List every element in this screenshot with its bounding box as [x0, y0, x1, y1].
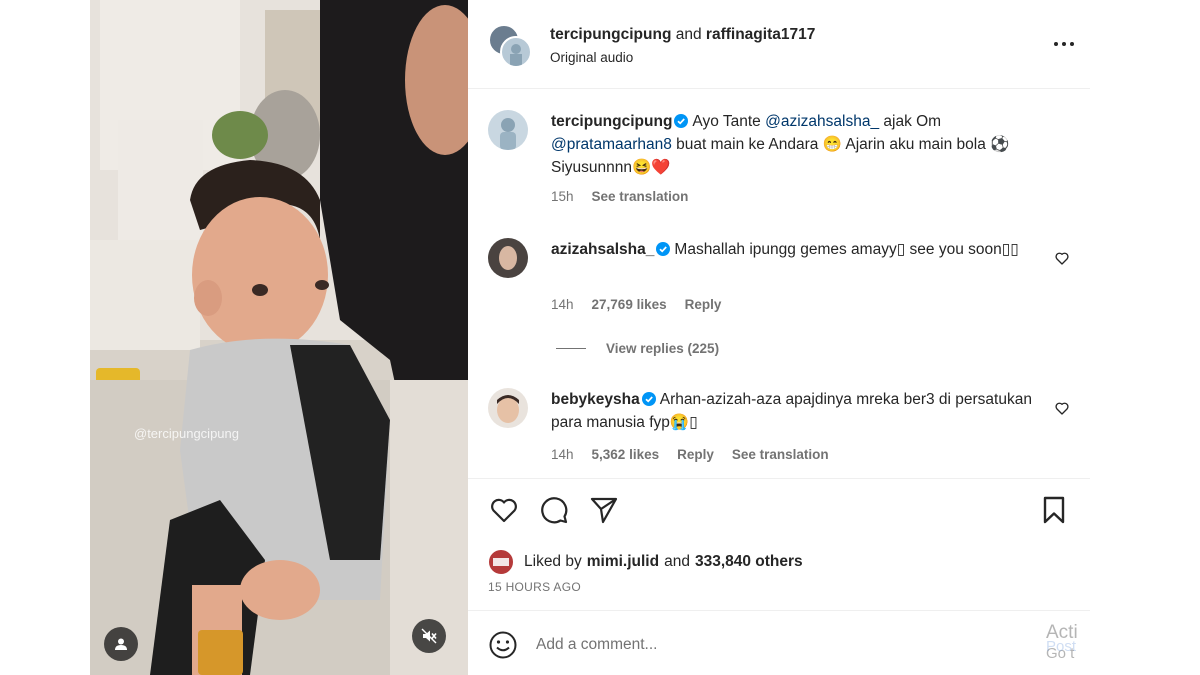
- mention-link[interactable]: @azizahsalsha_: [765, 113, 879, 130]
- more-options-icon: [1054, 42, 1074, 46]
- comment-username[interactable]: bebykeysha: [551, 391, 640, 408]
- author-connector: and: [675, 26, 702, 43]
- collab-avatars[interactable]: [488, 24, 532, 68]
- comment-text: azizahsalsha_ Mashallah ipungg gemes amay…: [551, 238, 1040, 261]
- avatar[interactable]: [488, 388, 528, 428]
- author-username[interactable]: tercipungcipung: [550, 26, 671, 43]
- user-tag-icon: [115, 638, 127, 650]
- like-comment-icon[interactable]: [1054, 250, 1070, 266]
- comment-username[interactable]: azizahsalsha_: [551, 241, 654, 258]
- comment-username[interactable]: tercipungcipung: [551, 113, 672, 130]
- more-options-button[interactable]: [1052, 34, 1076, 54]
- caption: tercipungcipung Ayo Tante @azizahsalsha_ …: [488, 110, 1070, 210]
- avatar[interactable]: [488, 110, 528, 150]
- mention-link[interactable]: @pratamaarhan8: [551, 136, 672, 153]
- heart-icon[interactable]: [488, 494, 520, 526]
- emoji-icon[interactable]: [488, 630, 518, 660]
- reply-button[interactable]: Reply: [677, 447, 714, 462]
- video-frame: [90, 0, 468, 675]
- action-bar: [488, 494, 1070, 528]
- verified-badge-icon: [674, 114, 689, 128]
- view-replies-label: View replies (225): [606, 341, 720, 356]
- collaborator-username[interactable]: raffinagita1717: [706, 26, 815, 43]
- comment-item: bebykeysha Arhan-azizah-aza apajdinya mre…: [488, 388, 1070, 468]
- verified-badge-icon: [641, 392, 656, 406]
- paper-plane-icon[interactable]: [588, 494, 620, 526]
- comment-item: azizahsalsha_ Mashallah ipungg gemes amay…: [488, 238, 1070, 318]
- user-tags-button[interactable]: [104, 627, 138, 661]
- comment-input[interactable]: Add a comment...: [536, 636, 657, 654]
- comment-text: bebykeysha Arhan-azizah-aza apajdinya mre…: [551, 388, 1040, 434]
- audio-label[interactable]: Original audio: [550, 50, 633, 65]
- avatar[interactable]: [500, 36, 532, 68]
- post-button[interactable]: Post: [1046, 636, 1076, 657]
- reply-button[interactable]: Reply: [685, 297, 722, 312]
- caption-part: ajak Om: [879, 113, 942, 130]
- comment-body: Mashallah ipungg gemes amayy▯ see you so…: [674, 241, 1019, 258]
- comment-meta: 14h 27,769 likes Reply: [551, 297, 739, 312]
- post-video[interactable]: @tercipungcipung: [90, 0, 468, 675]
- liked-by-user[interactable]: mimi.julid: [587, 553, 659, 571]
- replies-line: [556, 348, 586, 349]
- bookmark-icon[interactable]: [1038, 494, 1070, 526]
- comment-time[interactable]: 14h: [551, 447, 574, 462]
- comment-icon[interactable]: [538, 494, 570, 526]
- see-translation-link[interactable]: See translation: [592, 189, 689, 204]
- post-timestamp[interactable]: 15 HOURS AGO: [488, 580, 581, 594]
- like-comment-icon[interactable]: [1054, 400, 1070, 416]
- caption-meta: 15h See translation: [551, 189, 706, 204]
- post-details-panel: tercipungcipung and raffinagita1717 Orig…: [468, 0, 1090, 675]
- liked-by-prefix: Liked by: [524, 553, 582, 570]
- avatar[interactable]: [488, 549, 514, 575]
- add-comment-bar: Add a comment...: [488, 628, 1090, 662]
- windows-activation-watermark: Acti Post Go t: [1046, 622, 1090, 664]
- avatar[interactable]: [488, 238, 528, 278]
- mute-button[interactable]: [412, 619, 446, 653]
- comment-meta: 14h 5,362 likes Reply See translation: [551, 447, 847, 462]
- video-watermark: @tercipungcipung: [134, 426, 239, 441]
- likes-count[interactable]: 333,840 others: [695, 553, 803, 571]
- comment-time[interactable]: 15h: [551, 189, 574, 204]
- divider: [468, 478, 1090, 479]
- caption-text: tercipungcipung Ayo Tante @azizahsalsha_ …: [551, 110, 1040, 179]
- see-translation-link[interactable]: See translation: [732, 447, 829, 462]
- post-authors: tercipungcipung and raffinagita1717: [550, 26, 815, 44]
- post-dialog: @tercipungcipung tercipungcipung and raf…: [90, 0, 1090, 675]
- view-replies-button[interactable]: View replies (225): [556, 341, 719, 356]
- comment-time[interactable]: 14h: [551, 297, 574, 312]
- comment-likes[interactable]: 5,362 likes: [592, 447, 660, 462]
- speaker-muted-icon: [421, 628, 437, 644]
- comment-likes[interactable]: 27,769 likes: [592, 297, 667, 312]
- post-header: tercipungcipung and raffinagita1717 Orig…: [468, 0, 1090, 89]
- caption-part: Ayo Tante: [692, 113, 766, 130]
- liked-by-middle: and: [664, 553, 690, 570]
- divider: [468, 610, 1090, 611]
- likes-summary: Liked by mimi.julid and 333,840 others: [488, 549, 803, 575]
- verified-badge-icon: [656, 242, 671, 256]
